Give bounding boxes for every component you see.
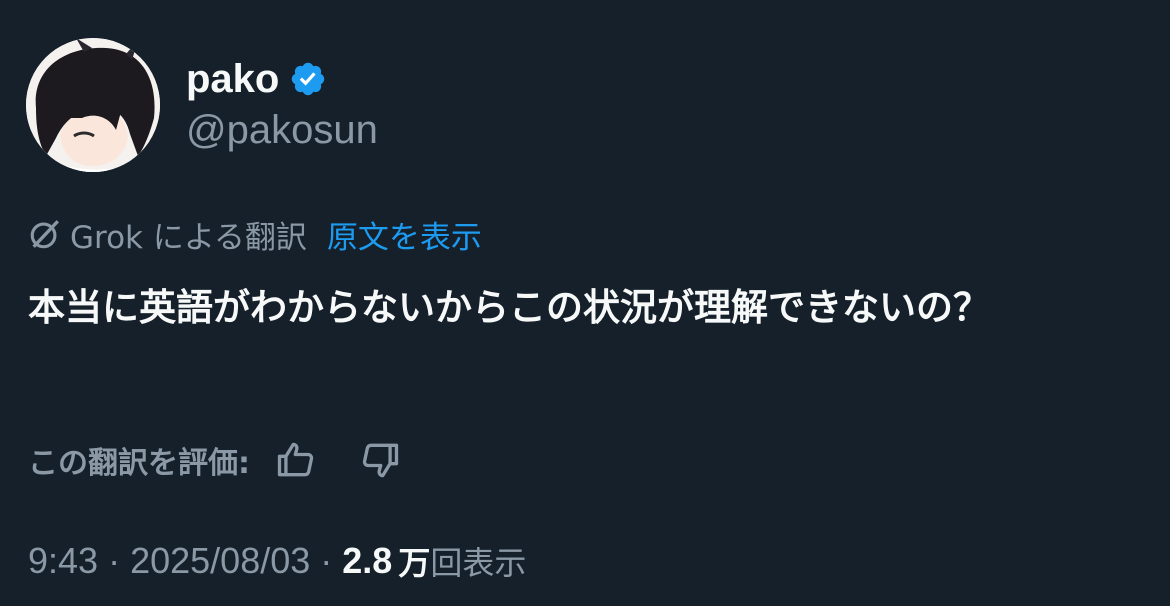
- author-name-row: pako: [186, 54, 327, 104]
- views-unit: 万: [398, 544, 431, 582]
- separator: ·: [320, 540, 333, 581]
- rate-translation-label: この翻訳を評価:: [28, 446, 250, 481]
- views-label: 回表示: [430, 544, 527, 582]
- thumbs-up-icon[interactable]: [274, 438, 318, 482]
- tweet-meta: 9:43 · 2025/08/03 · 2.8 万 回表示: [28, 536, 526, 586]
- views-count: 2.8: [342, 540, 393, 581]
- avatar[interactable]: [26, 38, 160, 172]
- rate-translation-row: この翻訳を評価:: [28, 433, 402, 487]
- show-original-link[interactable]: 原文を表示: [327, 212, 482, 257]
- tweet-date[interactable]: 2025/08/03: [130, 540, 310, 582]
- author-display-name[interactable]: pako: [186, 57, 279, 102]
- translated-by-label: Grok による翻訳: [70, 219, 307, 256]
- separator: ·: [108, 540, 121, 581]
- avatar-image: [26, 38, 160, 172]
- tweet-text: 本当に英語がわからないからこの状況が理解できないの？: [28, 286, 990, 329]
- grok-icon: [30, 220, 59, 249]
- verified-badge-icon: [292, 62, 325, 96]
- thumbs-down-icon[interactable]: [358, 438, 402, 482]
- translation-row: Grok による翻訳 原文を表示: [28, 212, 482, 256]
- author-handle[interactable]: @pakosun: [186, 108, 378, 153]
- tweet-time[interactable]: 9:43: [28, 540, 98, 582]
- tweet-detail: pako @pakosun Grok による翻訳 原文を表示 本当に英語がわから…: [0, 0, 1170, 606]
